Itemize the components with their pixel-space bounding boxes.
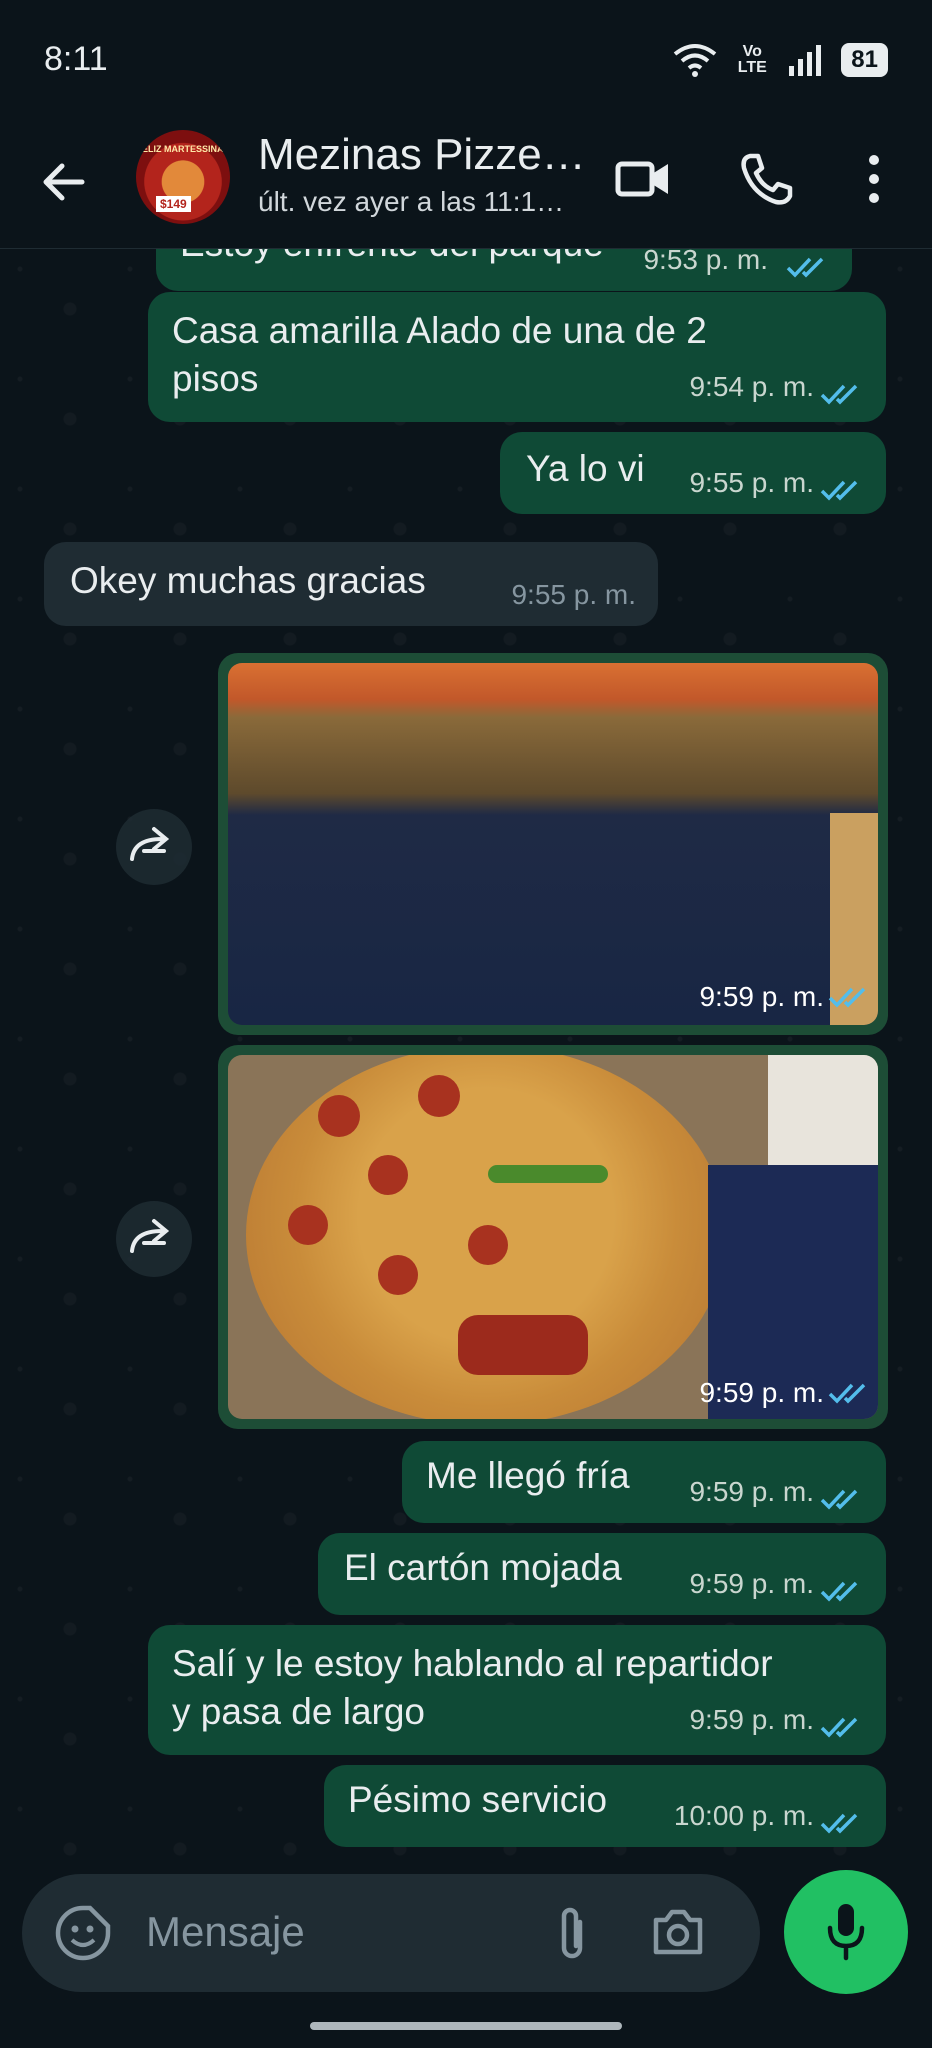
message-time: 9:54 p. m. [689, 371, 814, 402]
message-text-line1: Salí y le estoy hablando al repartidor [172, 1643, 773, 1684]
read-receipt-icon [820, 1581, 858, 1602]
camera-icon[interactable] [650, 1906, 706, 1958]
message-image-pizza[interactable] [228, 1055, 878, 1419]
message-text: Okey muchas gracias [70, 560, 426, 601]
message-bubble-outgoing[interactable]: Me llegó fría 9:59 p. m. [402, 1441, 886, 1523]
message-bubble-outgoing[interactable]: Casa amarilla Alado de una de 2 pisos 9:… [148, 292, 886, 422]
message-bubble-outgoing[interactable]: Salí y le estoy hablando al repartidor y… [148, 1625, 886, 1755]
read-receipt-icon [820, 1489, 858, 1510]
message-text: Me llegó fría [426, 1455, 630, 1496]
message-bubble-outgoing[interactable]: Ya lo vi 9:55 p. m. [500, 432, 886, 514]
message-text: Estoy enfrente del parque [180, 249, 604, 269]
status-icons: Vo LTE 81 [673, 42, 888, 78]
message-text: Pésimo servicio [348, 1779, 608, 1820]
chat-messages-area[interactable]: Estoy enfrente del parque 9:53 p. m. Cas… [0, 249, 932, 1869]
home-indicator[interactable] [310, 2022, 622, 2030]
volte-label: Vo LTE [737, 43, 767, 76]
contact-name[interactable]: Mezinas Pizze… [258, 130, 586, 180]
more-options-icon[interactable] [862, 150, 886, 208]
pepperoni [468, 1225, 508, 1265]
image-message[interactable]: 9:59 p. m. [218, 1045, 888, 1429]
topping-peppers [488, 1165, 608, 1183]
message-bubble-outgoing[interactable]: Estoy enfrente del parque 9:53 p. m. [156, 249, 852, 291]
back-arrow-icon[interactable] [36, 154, 92, 210]
avatar-text: FELIZ MARTESSINAS [136, 144, 230, 154]
phone-call-icon[interactable] [738, 150, 794, 208]
status-bar: 8:11 Vo LTE 81 [0, 0, 932, 120]
message-time: 9:55 p. m. [511, 579, 636, 610]
forward-button[interactable] [116, 1201, 192, 1277]
message-input-bar[interactable]: Mensaje [22, 1874, 760, 1992]
pepperoni [318, 1095, 360, 1137]
read-receipt-icon [820, 480, 858, 501]
pepperoni [418, 1075, 460, 1117]
message-input[interactable]: Mensaje [146, 1908, 305, 1956]
message-time: 9:53 p. m. [643, 249, 768, 275]
message-bubble-outgoing[interactable]: Pésimo servicio 10:00 p. m. [324, 1765, 886, 1847]
message-time: 9:55 p. m. [689, 467, 814, 498]
read-receipt-icon [828, 1383, 866, 1404]
message-text: Ya lo vi [526, 448, 645, 489]
pepperoni [368, 1155, 408, 1195]
message-bubble-incoming[interactable]: Okey muchas gracias 9:55 p. m. [44, 542, 658, 626]
message-time: 9:59 p. m. [689, 1704, 814, 1735]
last-seen-status: últ. vez ayer a las 11:1… [258, 186, 565, 217]
pepperoni [288, 1205, 328, 1245]
message-time: 9:59 p. m. [699, 981, 824, 1012]
microphone-icon [827, 1904, 865, 1961]
message-text-line1: Casa amarilla Alado de una de 2 [172, 310, 707, 351]
message-text: El cartón mojada [344, 1547, 622, 1588]
contact-avatar[interactable]: FELIZ MARTESSINAS $149 [136, 130, 230, 224]
image-message[interactable]: 9:59 p. m. [218, 653, 888, 1035]
message-image-pizza-box[interactable] [228, 663, 878, 1025]
signal-icon [789, 45, 822, 76]
video-call-icon[interactable] [614, 150, 672, 208]
attach-clip-icon[interactable] [552, 1904, 592, 1964]
forward-icon [130, 1219, 170, 1253]
message-time: 9:59 p. m. [699, 1377, 824, 1408]
avatar-price: $149 [156, 196, 191, 212]
read-receipt-icon [828, 987, 866, 1008]
chat-header: FELIZ MARTESSINAS $149 Mezinas Pizze… úl… [0, 120, 932, 249]
pepperoni [378, 1255, 418, 1295]
topping-chorizo [458, 1315, 588, 1375]
read-receipt-icon [820, 1813, 858, 1834]
message-bubble-outgoing[interactable]: El cartón mojada 9:59 p. m. [318, 1533, 886, 1615]
message-time: 10:00 p. m. [673, 1800, 814, 1831]
wifi-icon [674, 44, 717, 77]
read-receipt-icon [820, 1717, 858, 1738]
message-time: 9:59 p. m. [689, 1568, 814, 1599]
battery-icon: 81 [841, 43, 888, 77]
message-time: 9:59 p. m. [689, 1476, 814, 1507]
status-time: 8:11 [44, 40, 108, 78]
read-receipt-icon [820, 384, 858, 405]
read-receipt-icon [786, 257, 824, 278]
forward-button[interactable] [116, 809, 192, 885]
voice-record-button[interactable] [784, 1870, 908, 1994]
message-text-line2: y pasa de largo [172, 1691, 426, 1732]
sticker-emoji-icon[interactable] [54, 1904, 112, 1962]
floor-tiles [768, 1055, 878, 1165]
message-text-line2: pisos [172, 358, 259, 399]
forward-icon [130, 827, 170, 861]
